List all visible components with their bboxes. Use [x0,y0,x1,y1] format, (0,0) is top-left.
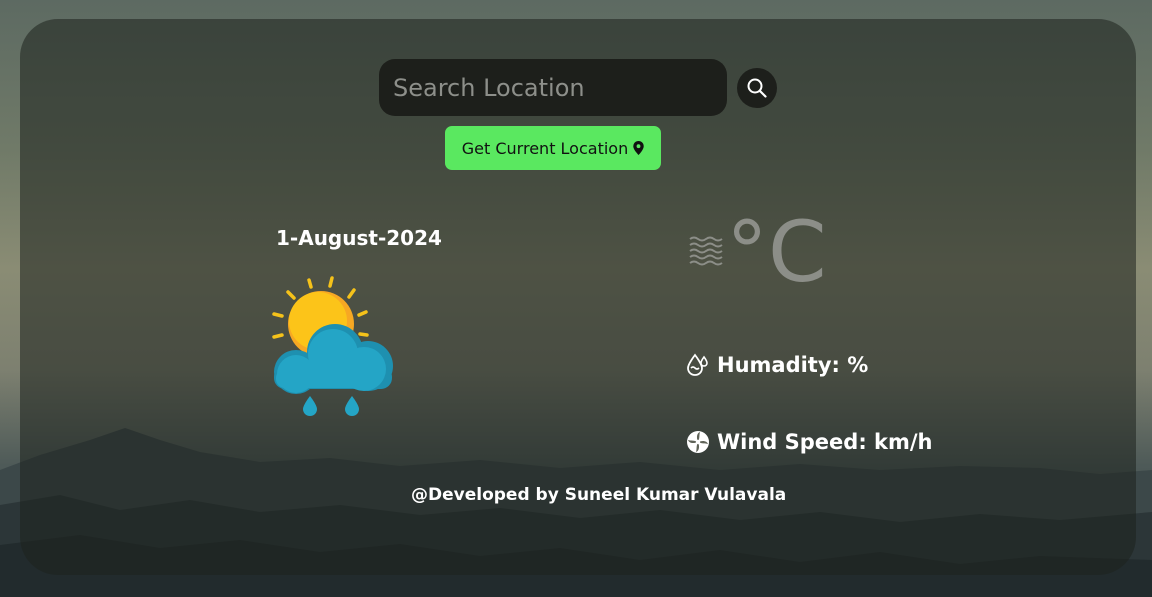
wind-fan-icon [687,431,709,453]
get-current-location-label: Get Current Location [461,138,629,158]
humidity-label: Humadity: % [717,353,869,377]
humidity-row: Humadity: % [686,353,868,377]
search-input[interactable] [379,59,727,116]
temperature-display: °C [688,210,827,294]
wind-speed-label: Wind Speed: km/h [717,430,933,454]
current-date: 1-August-2024 [276,226,442,250]
get-current-location-button[interactable]: Get Current Location [445,126,661,170]
wind-speed-row: Wind Speed: km/h [686,430,933,454]
sun-behind-rain-cloud-icon [272,276,393,416]
map-pin-icon [633,141,644,155]
haze-icon [689,236,723,266]
search-button[interactable] [737,68,777,108]
humidity-drop-icon [687,353,708,376]
temperature-unit: °C [726,203,827,301]
developer-credit: @Developed by Suneel Kumar Vulavala [411,485,787,505]
search-icon [747,78,767,98]
